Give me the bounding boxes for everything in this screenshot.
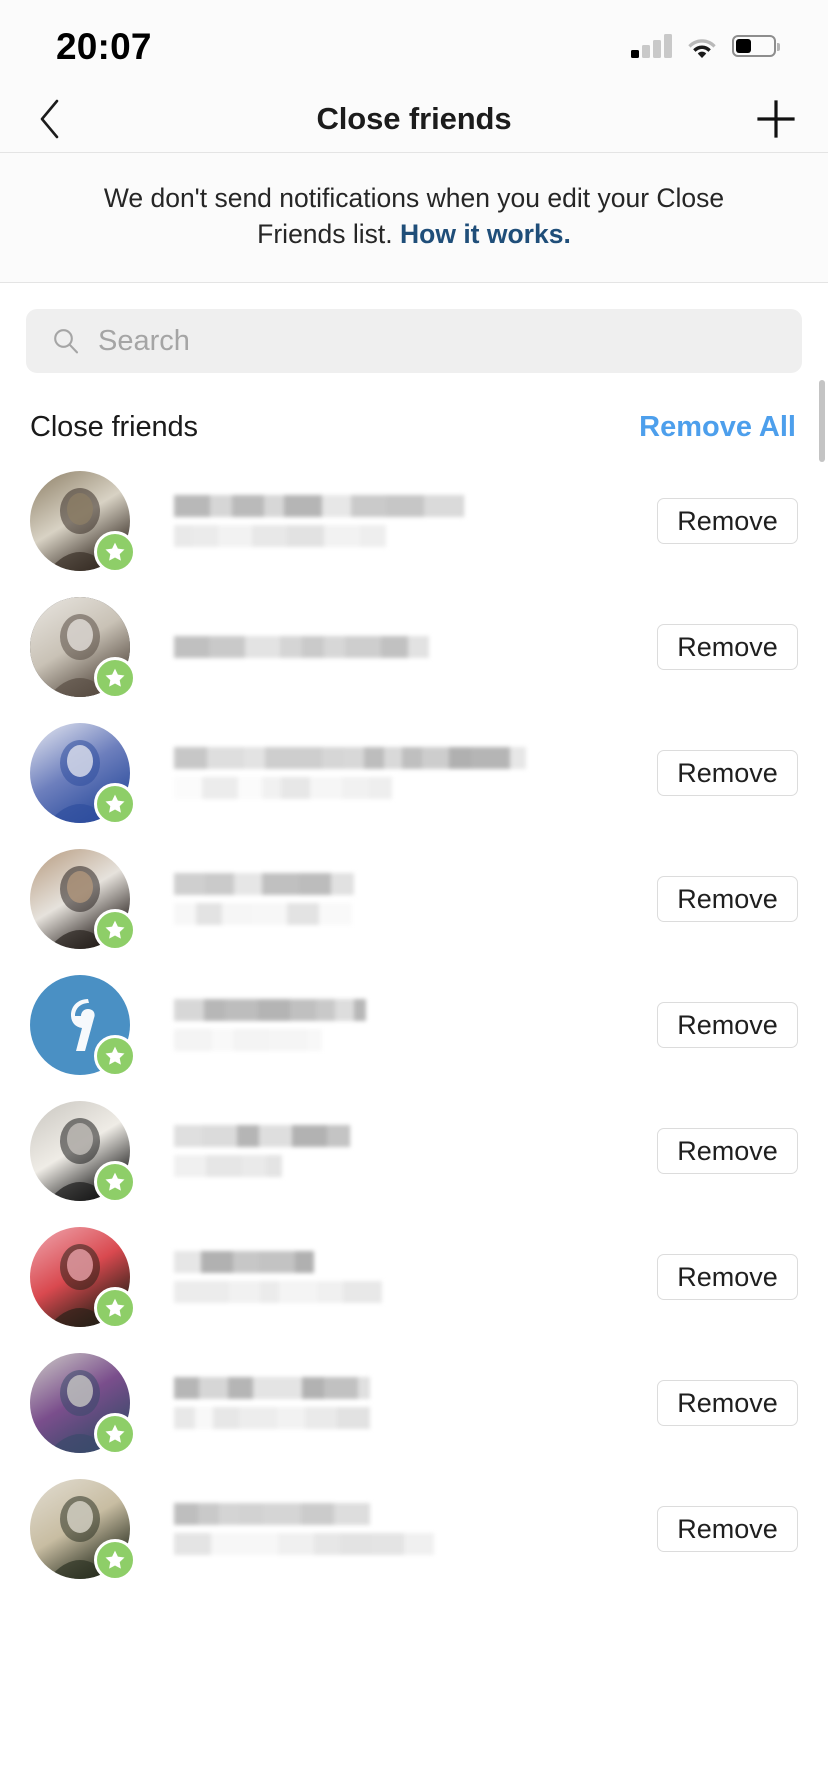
redacted-display-name	[174, 1125, 637, 1147]
close-friend-row[interactable]: Remove	[0, 710, 828, 836]
close-friend-star-badge	[94, 1035, 136, 1077]
redacted-username	[174, 777, 637, 799]
avatar[interactable]	[30, 723, 136, 825]
redacted-display-name	[174, 999, 637, 1021]
remove-button[interactable]: Remove	[657, 624, 798, 670]
remove-button[interactable]: Remove	[657, 1002, 798, 1048]
close-friend-row[interactable]: Remove	[0, 1466, 828, 1592]
star-badge-icon	[105, 1298, 125, 1317]
remove-button[interactable]: Remove	[657, 1254, 798, 1300]
redacted-display-name	[174, 1251, 637, 1273]
redacted-username	[174, 1533, 637, 1555]
avatar[interactable]	[30, 1101, 136, 1203]
close-friend-star-badge	[94, 1539, 136, 1581]
remove-button[interactable]: Remove	[657, 876, 798, 922]
section-title: Close friends	[30, 411, 198, 443]
status-bar: 20:07	[0, 0, 828, 86]
redacted-username	[174, 525, 637, 547]
redacted-display-name	[174, 747, 637, 769]
close-friend-identity	[174, 747, 637, 799]
remove-button[interactable]: Remove	[657, 1506, 798, 1552]
remove-all-button[interactable]: Remove All	[639, 411, 798, 444]
close-friend-star-badge	[94, 1161, 136, 1203]
close-friend-star-badge	[94, 1413, 136, 1455]
cellular-signal-icon	[631, 34, 672, 58]
remove-button[interactable]: Remove	[657, 750, 798, 796]
close-friend-identity	[174, 1503, 637, 1555]
close-friend-star-badge	[94, 531, 136, 573]
search-field[interactable]: Search	[26, 309, 802, 373]
avatar[interactable]	[30, 1227, 136, 1329]
status-bar-clock: 20:07	[56, 25, 152, 67]
navigation-bar: Close friends	[0, 86, 828, 153]
how-it-works-link[interactable]: How it works.	[400, 219, 571, 249]
remove-button[interactable]: Remove	[657, 1128, 798, 1174]
close-friends-list: Remove Remove Remove Remove Remove Remove Remo…	[0, 458, 828, 1592]
redacted-username	[174, 1407, 637, 1429]
search-section: Search	[0, 283, 828, 373]
close-friend-identity	[174, 999, 637, 1051]
add-close-friend-button[interactable]	[752, 95, 800, 143]
status-bar-indicators	[631, 28, 780, 58]
close-friend-star-badge	[94, 909, 136, 951]
close-friend-identity	[174, 1125, 637, 1177]
redacted-username	[174, 1281, 637, 1303]
battery-icon	[732, 35, 780, 57]
close-friend-row[interactable]: Remove	[0, 458, 828, 584]
close-friend-identity	[174, 495, 637, 547]
close-friends-section-header: Close friends Remove All	[0, 373, 828, 458]
plus-icon	[757, 100, 795, 138]
back-button[interactable]	[26, 96, 72, 142]
redacted-username	[174, 1029, 637, 1051]
star-badge-icon	[105, 1046, 125, 1065]
close-friend-identity	[174, 636, 637, 658]
remove-button[interactable]: Remove	[657, 1380, 798, 1426]
avatar[interactable]	[30, 849, 136, 951]
avatar[interactable]	[30, 1353, 136, 1455]
close-friend-identity	[174, 1251, 637, 1303]
search-input-placeholder[interactable]: Search	[98, 325, 190, 358]
close-friend-row[interactable]: Remove	[0, 1340, 828, 1466]
close-friend-row[interactable]: Remove	[0, 836, 828, 962]
close-friends-screen: 20:07 Close friends We don't send notifi…	[0, 0, 828, 1792]
close-friend-star-badge	[94, 657, 136, 699]
remove-button[interactable]: Remove	[657, 498, 798, 544]
star-badge-icon	[105, 920, 125, 939]
star-badge-icon	[105, 794, 125, 813]
close-friend-identity	[174, 1377, 637, 1429]
close-friend-row[interactable]: Remove	[0, 962, 828, 1088]
star-badge-icon	[105, 1172, 125, 1191]
redacted-display-name	[174, 636, 637, 658]
redacted-display-name	[174, 873, 637, 895]
close-friend-row[interactable]: Remove	[0, 584, 828, 710]
close-friend-star-badge	[94, 1287, 136, 1329]
redacted-username	[174, 903, 637, 925]
avatar[interactable]	[30, 1479, 136, 1581]
avatar[interactable]	[30, 975, 136, 1077]
star-badge-icon	[105, 1550, 125, 1569]
star-badge-icon	[105, 542, 125, 561]
vertical-scrollbar[interactable]	[819, 380, 825, 462]
close-friend-identity	[174, 873, 637, 925]
wifi-icon	[688, 39, 716, 58]
close-friend-row[interactable]: Remove	[0, 1088, 828, 1214]
avatar[interactable]	[30, 471, 136, 573]
close-friend-row[interactable]: Remove	[0, 1214, 828, 1340]
redacted-display-name	[174, 1377, 637, 1399]
redacted-username	[174, 1155, 637, 1177]
close-friend-star-badge	[94, 783, 136, 825]
page-title: Close friends	[316, 101, 512, 136]
close-friends-notice: We don't send notifications when you edi…	[0, 153, 828, 283]
star-badge-icon	[105, 668, 125, 687]
avatar[interactable]	[30, 597, 136, 699]
redacted-display-name	[174, 495, 637, 517]
star-badge-icon	[105, 1424, 125, 1443]
redacted-display-name	[174, 1503, 637, 1525]
chevron-left-icon	[40, 99, 59, 139]
search-icon	[54, 329, 79, 354]
